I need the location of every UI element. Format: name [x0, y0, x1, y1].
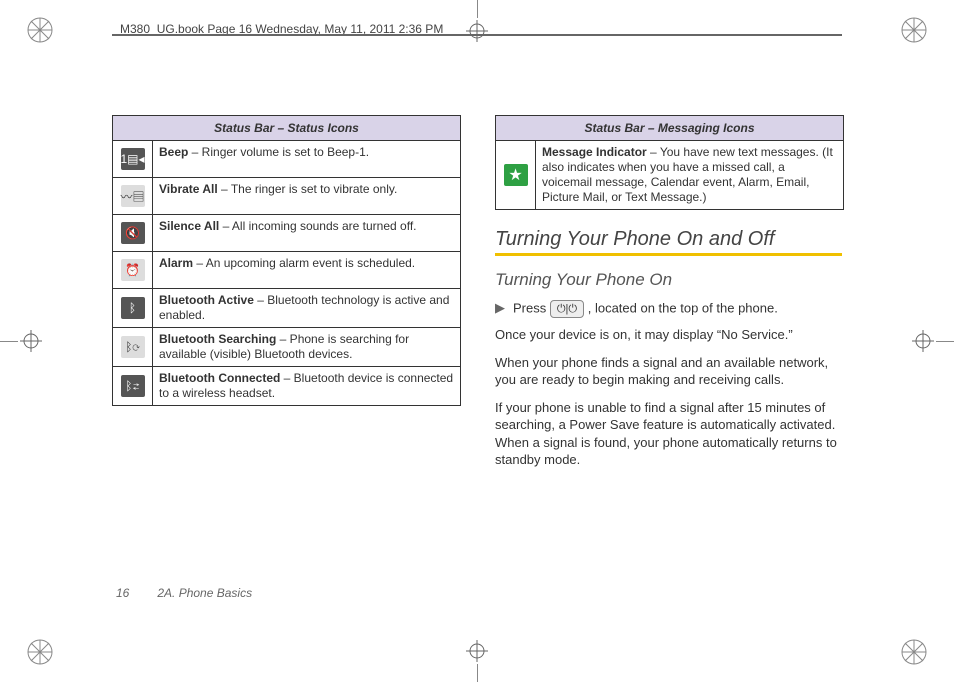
- icon-name: Alarm: [159, 256, 193, 270]
- icon-cell: 1▤◂: [113, 141, 153, 177]
- content-columns: Status Bar – Status Icons 1▤◂ Beep – Ring…: [112, 115, 842, 572]
- icon-cell: 🔇: [113, 215, 153, 251]
- registration-mark-icon: [912, 330, 934, 352]
- icon-cell: 〰▤: [113, 178, 153, 214]
- icon-name: Bluetooth Active: [159, 293, 254, 307]
- description-cell: Alarm – An upcoming alarm event is sched…: [153, 252, 460, 288]
- icon-description: – All incoming sounds are turned off.: [219, 219, 416, 233]
- table-row: ᛒ Bluetooth Active – Bluetooth technology…: [113, 288, 460, 327]
- page-footer: 16 2A. Phone Basics: [116, 586, 252, 600]
- step-marker-icon: ▶: [495, 300, 505, 318]
- icon-description: – Ringer volume is set to Beep-1.: [188, 145, 369, 159]
- crop-tick-right: [936, 341, 954, 342]
- table-row: ᛒ⟳ Bluetooth Searching – Phone is searchi…: [113, 327, 460, 366]
- subsection-heading: Turning Your Phone On: [495, 270, 842, 290]
- registration-mark-icon: [466, 20, 488, 42]
- section-heading: Turning Your Phone On and Off: [495, 228, 842, 251]
- left-column: Status Bar – Status Icons 1▤◂ Beep – Ring…: [112, 115, 459, 572]
- right-column: Status Bar – Messaging Icons ★ Message In…: [495, 115, 842, 572]
- table-row: ⏰ Alarm – An upcoming alarm event is sche…: [113, 251, 460, 288]
- crop-tick-top: [477, 0, 478, 18]
- instruction-step: ▶ Press ⏻|⏻ , located on the top of the …: [495, 300, 842, 318]
- heading-underline: [495, 253, 842, 256]
- bt-search-icon: ᛒ⟳: [121, 336, 145, 358]
- ornament-icon: [26, 638, 54, 666]
- crop-tick-bottom: [477, 664, 478, 682]
- table-row: 〰▤ Vibrate All – The ringer is set to vib…: [113, 177, 460, 214]
- paragraph: Once your device is on, it may display “…: [495, 326, 842, 344]
- ornament-icon: [26, 16, 54, 44]
- vibrate-icon: 〰▤: [121, 185, 145, 207]
- ornament-icon: [900, 16, 928, 44]
- status-icons-table: Status Bar – Status Icons 1▤◂ Beep – Ring…: [112, 115, 461, 406]
- bt-active-icon: ᛒ: [121, 297, 145, 319]
- table-header: Status Bar – Status Icons: [113, 116, 460, 141]
- icon-cell: ★: [496, 141, 536, 209]
- icon-description: – The ringer is set to vibrate only.: [218, 182, 398, 196]
- icon-cell: ᛒ: [113, 289, 153, 327]
- ornament-icon: [900, 638, 928, 666]
- messaging-icons-table: Status Bar – Messaging Icons ★ Message In…: [495, 115, 844, 210]
- icon-name: Silence All: [159, 219, 219, 233]
- icon-cell: ᛒ⟳: [113, 328, 153, 366]
- icon-name: Message Indicator: [542, 145, 647, 159]
- table-header: Status Bar – Messaging Icons: [496, 116, 843, 141]
- page: M380_UG.book Page 16 Wednesday, May 11, …: [0, 0, 954, 682]
- icon-description: – An upcoming alarm event is scheduled.: [193, 256, 415, 270]
- description-cell: Bluetooth Searching – Phone is searching…: [153, 328, 460, 366]
- table-row: 1▤◂ Beep – Ringer volume is set to Beep-1…: [113, 141, 460, 177]
- power-key-icon: ⏻|⏻: [550, 300, 584, 318]
- icon-cell: ⏰: [113, 252, 153, 288]
- table-row: ★ Message Indicator – You have new text m…: [496, 141, 843, 209]
- icon-name: Bluetooth Connected: [159, 371, 280, 385]
- step-text-prefix: Press: [513, 300, 550, 315]
- description-cell: Vibrate All – The ringer is set to vibra…: [153, 178, 460, 214]
- step-text-suffix: , located on the top of the phone.: [588, 300, 778, 315]
- icon-name: Beep: [159, 145, 188, 159]
- paragraph: If your phone is unable to find a signal…: [495, 399, 842, 469]
- table-row: 🔇 Silence All – All incoming sounds are t…: [113, 214, 460, 251]
- description-cell: Silence All – All incoming sounds are tu…: [153, 215, 460, 251]
- icon-name: Bluetooth Searching: [159, 332, 276, 346]
- registration-mark-icon: [20, 330, 42, 352]
- icon-name: Vibrate All: [159, 182, 218, 196]
- registration-mark-icon: [466, 640, 488, 662]
- alarm-icon: ⏰: [121, 259, 145, 281]
- table-row: ᛒ⇄ Bluetooth Connected – Bluetooth device…: [113, 366, 460, 405]
- paragraph: When your phone finds a signal and an av…: [495, 354, 842, 389]
- section-title: 2A. Phone Basics: [157, 586, 252, 600]
- description-cell: Message Indicator – You have new text me…: [536, 141, 843, 209]
- description-cell: Bluetooth Active – Bluetooth technology …: [153, 289, 460, 327]
- message-icon: ★: [504, 164, 528, 186]
- crop-tick-left: [0, 341, 18, 342]
- description-cell: Bluetooth Connected – Bluetooth device i…: [153, 367, 460, 405]
- beep-icon: 1▤◂: [121, 148, 145, 170]
- header-rule: [112, 34, 842, 36]
- bt-connected-icon: ᛒ⇄: [121, 375, 145, 397]
- description-cell: Beep – Ringer volume is set to Beep-1.: [153, 141, 460, 177]
- page-number: 16: [116, 586, 129, 600]
- silence-icon: 🔇: [121, 222, 145, 244]
- icon-cell: ᛒ⇄: [113, 367, 153, 405]
